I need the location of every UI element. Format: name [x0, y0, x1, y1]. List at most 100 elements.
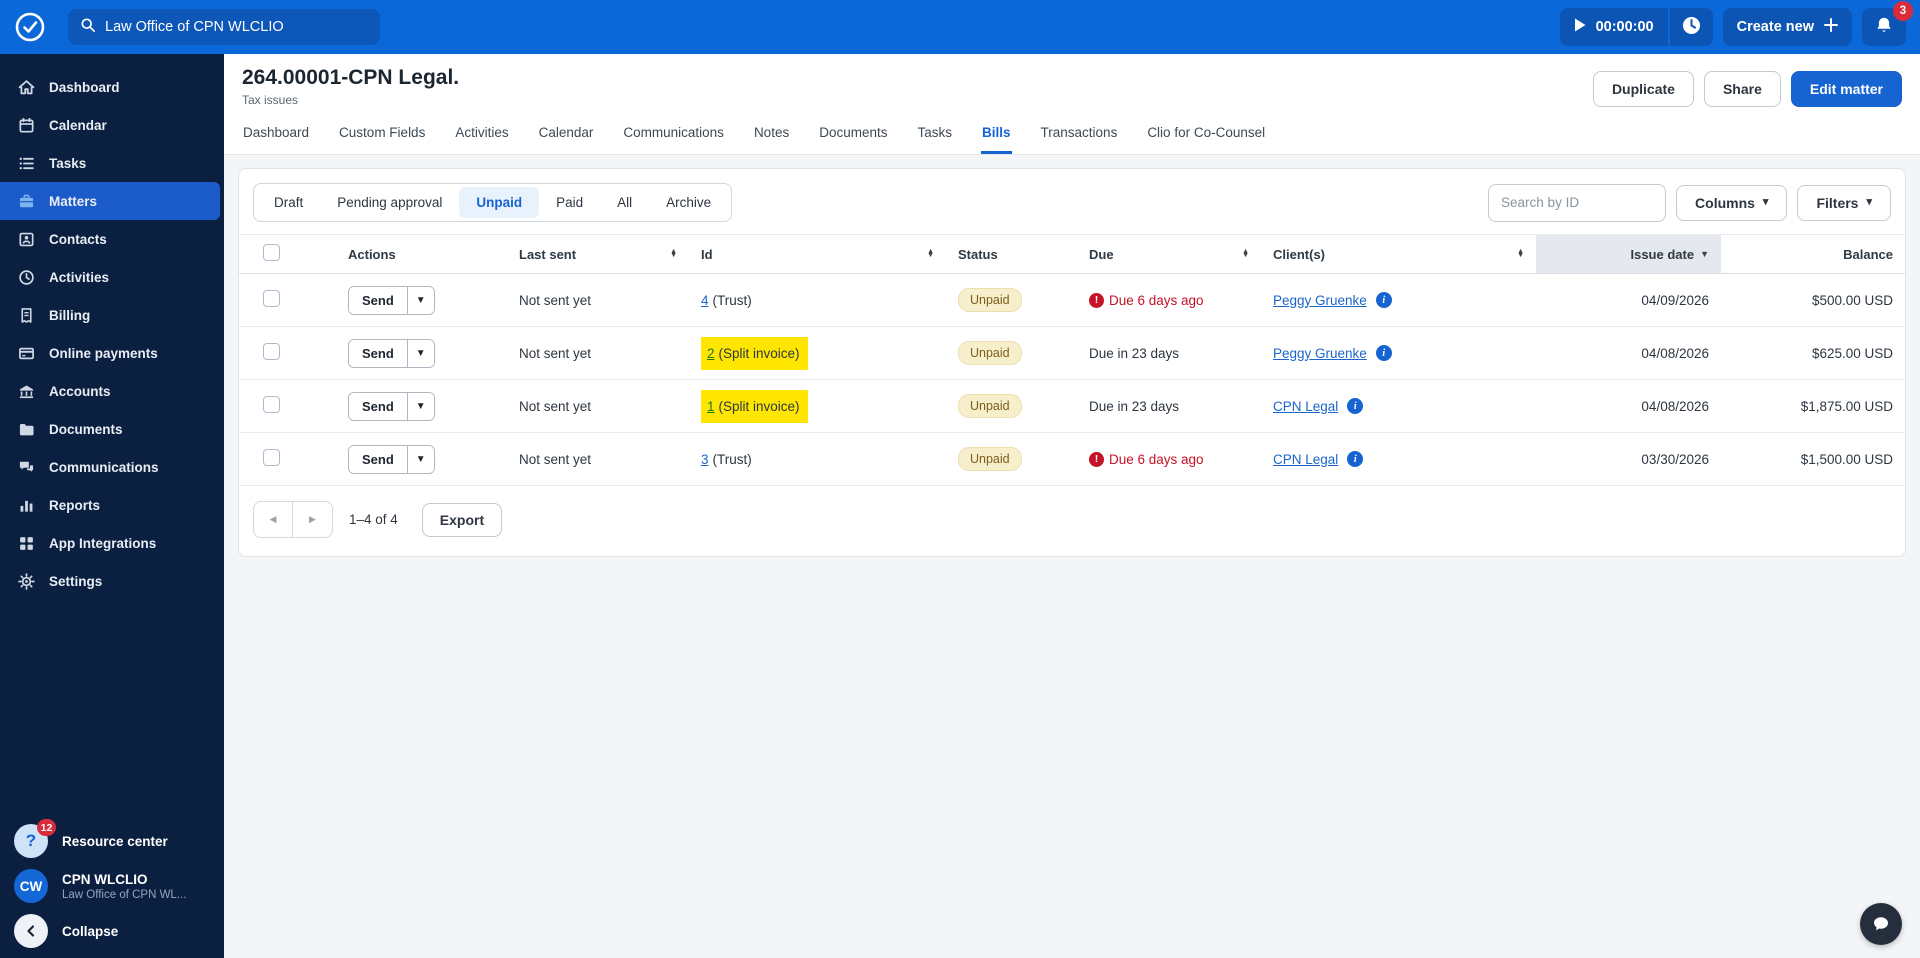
sidebar-item-calendar[interactable]: Calendar	[0, 106, 224, 144]
col-header-clients[interactable]: Client(s) ▲ ▼	[1261, 234, 1536, 274]
send-button[interactable]: Send	[349, 392, 407, 420]
timer-button[interactable]: 00:00:00	[1559, 8, 1668, 46]
tab-custom-fields[interactable]: Custom Fields	[338, 113, 426, 154]
clock-button[interactable]	[1669, 8, 1713, 46]
bill-id-cell: 4 (Trust)	[689, 273, 946, 327]
duplicate-button[interactable]: Duplicate	[1592, 71, 1694, 107]
tab-transactions[interactable]: Transactions	[1040, 113, 1119, 154]
sidebar-item-dashboard[interactable]: Dashboard	[0, 68, 224, 106]
user-name: CPN WLCLIO	[62, 871, 148, 887]
tab-calendar[interactable]: Calendar	[538, 113, 595, 154]
filter-unpaid[interactable]: Unpaid	[459, 187, 540, 218]
send-button[interactable]: Send	[349, 445, 407, 473]
sidebar-item-label: Calendar	[49, 117, 107, 133]
filter-archive[interactable]: Archive	[649, 187, 728, 218]
client-link[interactable]: CPN Legal	[1273, 399, 1338, 414]
user-menu[interactable]: CW CPN WLCLIO Law Office of CPN WL...	[14, 869, 210, 903]
filter-paid[interactable]: Paid	[539, 187, 600, 218]
last-sent-cell: Not sent yet	[507, 379, 689, 433]
send-dropdown-button[interactable]: ▼	[406, 445, 434, 473]
bill-id-link[interactable]: 2	[707, 346, 715, 361]
select-all-checkbox[interactable]	[263, 244, 280, 261]
bill-id-link[interactable]: 1	[707, 399, 715, 414]
sidebar-item-label: Accounts	[49, 383, 111, 399]
send-button[interactable]: Send	[349, 339, 407, 367]
collapse-button[interactable]: Collapse	[14, 914, 210, 948]
tab-communications[interactable]: Communications	[622, 113, 725, 154]
send-dropdown-button[interactable]: ▼	[406, 392, 434, 420]
row-checkbox[interactable]	[263, 396, 280, 413]
bills-content: Draft Pending approval Unpaid Paid All A…	[224, 155, 1920, 958]
sidebar-item-label: Reports	[49, 497, 101, 513]
info-icon[interactable]: i	[1347, 398, 1364, 414]
create-new-button[interactable]: Create new	[1722, 8, 1852, 46]
sidebar-item-settings[interactable]: Settings	[0, 562, 224, 600]
send-split-button: Send ▼	[348, 285, 435, 315]
sidebar-item-accounts[interactable]: Accounts	[0, 372, 224, 410]
global-search[interactable]	[68, 9, 380, 45]
sort-icon: ▲ ▼	[1517, 247, 1524, 259]
info-icon[interactable]: i	[1375, 292, 1392, 308]
sidebar-item-label: Dashboard	[49, 79, 120, 95]
sidebar-item-tasks[interactable]: Tasks	[0, 144, 224, 182]
next-page-button[interactable]: ▶	[293, 501, 333, 538]
col-header-due[interactable]: Due ▲ ▼	[1077, 234, 1261, 274]
sidebar-item-matters[interactable]: Matters	[0, 182, 220, 220]
balance-cell: $625.00 USD	[1721, 326, 1905, 380]
global-search-input[interactable]	[105, 19, 368, 35]
search-by-id-input[interactable]	[1488, 183, 1667, 222]
info-icon[interactable]: i	[1375, 345, 1392, 361]
export-button[interactable]: Export	[421, 502, 503, 537]
tab-tasks[interactable]: Tasks	[917, 113, 954, 154]
chat-launcher-button[interactable]	[1860, 903, 1902, 945]
filter-pending-approval[interactable]: Pending approval	[320, 187, 459, 218]
status-badge: Unpaid	[958, 447, 1022, 471]
tab-notes[interactable]: Notes	[753, 113, 790, 154]
filter-draft[interactable]: Draft	[257, 187, 320, 218]
briefcase-icon	[19, 194, 34, 207]
sidebar-item-communications[interactable]: Communications	[0, 448, 224, 486]
sidebar-item-online-payments[interactable]: Online payments	[0, 334, 224, 372]
send-dropdown-button[interactable]: ▼	[406, 286, 434, 314]
tab-activities[interactable]: Activities	[454, 113, 509, 154]
row-checkbox[interactable]	[263, 449, 280, 466]
sidebar-item-activities[interactable]: Activities	[0, 258, 224, 296]
col-header-last-sent[interactable]: Last sent ▲ ▼	[507, 234, 689, 274]
client-link[interactable]: Peggy Gruenke	[1273, 346, 1367, 361]
sidebar-item-documents[interactable]: Documents	[0, 410, 224, 448]
client-link[interactable]: Peggy Gruenke	[1273, 293, 1367, 308]
tab-documents[interactable]: Documents	[818, 113, 888, 154]
prev-page-button[interactable]: ◀	[253, 501, 293, 538]
send-button[interactable]: Send	[349, 286, 407, 314]
filters-dropdown-button[interactable]: Filters ▾	[1797, 184, 1891, 221]
bill-id-link[interactable]: 3	[701, 452, 709, 467]
col-header-balance: Balance	[1721, 234, 1905, 274]
sidebar-item-contacts[interactable]: Contacts	[0, 220, 224, 258]
notifications-button[interactable]: 3	[1862, 1, 1913, 46]
clio-logo-icon[interactable]	[14, 11, 46, 43]
col-header-id[interactable]: Id ▲ ▼	[689, 234, 946, 274]
tab-clio-co-counsel[interactable]: Clio for Co-Counsel	[1146, 113, 1266, 154]
col-header-issue-date[interactable]: Issue date ▼	[1536, 234, 1721, 274]
search-highlight: 1 (Split invoice)	[701, 389, 808, 423]
share-button[interactable]: Share	[1703, 71, 1781, 107]
columns-dropdown-button[interactable]: Columns ▾	[1676, 184, 1788, 221]
search-highlight: 2 (Split invoice)	[701, 336, 808, 370]
tab-bills[interactable]: Bills	[981, 113, 1012, 154]
sidebar-item-app-integrations[interactable]: App Integrations	[0, 524, 224, 562]
filter-all[interactable]: All	[600, 187, 649, 218]
last-sent-cell: Not sent yet	[507, 273, 689, 327]
sidebar-item-billing[interactable]: Billing	[0, 296, 224, 334]
send-dropdown-button[interactable]: ▼	[406, 339, 434, 367]
collapse-label: Collapse	[62, 923, 119, 939]
status-badge: Unpaid	[958, 288, 1022, 312]
bill-id-link[interactable]: 4	[701, 293, 709, 308]
info-icon[interactable]: i	[1347, 451, 1364, 467]
client-link[interactable]: CPN Legal	[1273, 452, 1338, 467]
row-checkbox[interactable]	[263, 343, 280, 360]
sidebar-item-reports[interactable]: Reports	[0, 486, 224, 524]
row-checkbox[interactable]	[263, 290, 280, 307]
edit-matter-button[interactable]: Edit matter	[1790, 71, 1902, 107]
resource-center-button[interactable]: ? 12 Resource center	[14, 819, 210, 858]
tab-dashboard[interactable]: Dashboard	[242, 113, 310, 154]
